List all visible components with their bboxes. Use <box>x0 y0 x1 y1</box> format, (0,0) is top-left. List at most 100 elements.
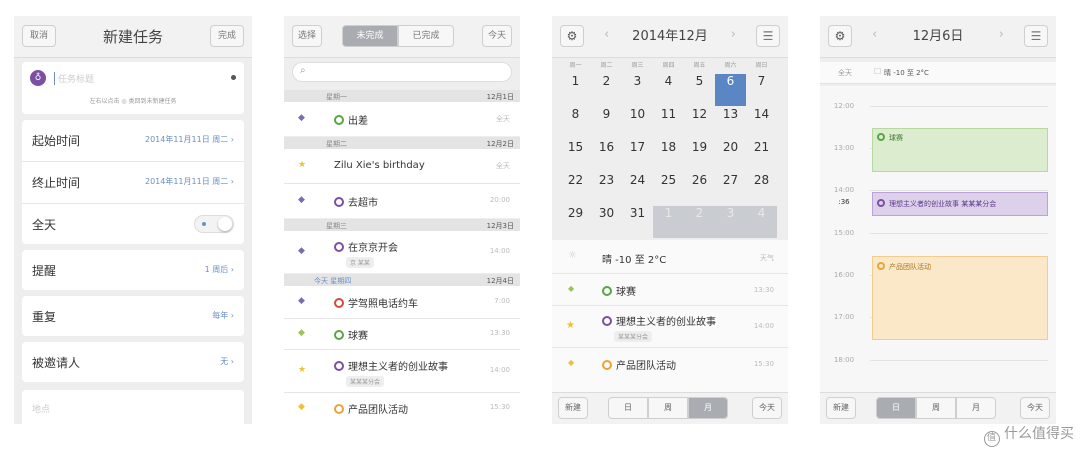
calendar-day[interactable]: 20 <box>715 140 746 172</box>
weekday-label: 周五 <box>693 62 706 69</box>
new-button[interactable]: 新建 <box>826 397 856 419</box>
calendar-day[interactable]: 3 <box>715 206 746 238</box>
tab-todo[interactable]: 未完成 <box>342 25 398 47</box>
calendar-day[interactable]: 2 <box>684 206 715 238</box>
menu-icon[interactable]: ☰ <box>756 25 780 47</box>
view-day-button[interactable]: 日 <box>608 397 648 419</box>
list-item[interactable]: ★ Zilu Xie's birthday 全天 <box>284 149 520 183</box>
calendar-day[interactable]: 18 <box>653 140 684 172</box>
calendar-day[interactable]: 25 <box>653 173 684 205</box>
list-item[interactable]: ★ 理想主义者的创业故事 某某某分会 14:00 <box>284 350 520 392</box>
weather-text: 晴 -10 至 2°C <box>884 69 929 77</box>
cancel-button[interactable]: 取消 <box>22 25 56 47</box>
end-time-row[interactable]: 终止时间 2014年11月11日 周二 › <box>22 162 244 202</box>
event-block-orange[interactable]: 产品团队活动 <box>872 256 1048 340</box>
section-date: 12月2日 <box>486 140 514 148</box>
event-block-purple[interactable]: 理想主义者的创业故事 某某某分会 <box>872 192 1048 216</box>
calendar-day[interactable]: 10 <box>622 107 653 139</box>
location-input[interactable]: 地点 <box>32 402 50 415</box>
end-time-value: 2014年11月11日 周二 › <box>144 177 234 186</box>
chevron-right-icon[interactable]: › <box>731 27 736 42</box>
list-item[interactable]: ◆ 去超市 20:00 <box>284 184 520 218</box>
view-month-button[interactable]: 月 <box>688 397 728 419</box>
allday-toggle[interactable] <box>194 215 234 233</box>
day-event[interactable]: ★ 理想主义者的创业故事 某某某分会 14:00 <box>552 306 788 348</box>
calendar-day[interactable]: 6 <box>715 74 746 106</box>
calendar-day[interactable]: 21 <box>746 140 777 172</box>
weekday-label: 周日 <box>755 62 768 69</box>
menu-icon[interactable]: ☰ <box>1024 25 1048 47</box>
calendar-day[interactable]: 9 <box>591 107 622 139</box>
calendar-day[interactable]: 27 <box>715 173 746 205</box>
calendar-day[interactable]: 7 <box>746 74 777 106</box>
view-day-button[interactable]: 日 <box>876 397 916 419</box>
list-item[interactable]: ◆ 产品团队活动 15:30 <box>284 393 520 424</box>
calendar-day[interactable]: 29 <box>560 206 591 238</box>
weekday-label: 周三 <box>631 62 644 69</box>
calendar-day[interactable]: 4 <box>746 206 777 238</box>
invite-row[interactable]: 被邀请人 无 › <box>22 342 244 382</box>
calendar-day[interactable]: 12 <box>684 107 715 139</box>
list-item[interactable]: ◆ 在京京开会 京 某某 14:00 <box>284 231 520 273</box>
view-week-button[interactable]: 周 <box>648 397 688 419</box>
calendar-day[interactable]: 8 <box>560 107 591 139</box>
list-item[interactable]: ◆ 出差 全天 <box>284 102 520 136</box>
calendar-day[interactable]: 1 <box>560 74 591 106</box>
day-detail: ☼ 晴 -10 至 2°C 天气 ◆ 球赛 13:30 ★ 理想主义者的创业故事… <box>552 240 788 393</box>
gear-icon[interactable]: ⚙ <box>560 25 584 47</box>
item-title: 学驾照电话约车 <box>334 295 418 310</box>
today-button[interactable]: 今天 <box>752 397 782 419</box>
calendar-day[interactable]: 15 <box>560 140 591 172</box>
calendar-day[interactable]: 3 <box>622 74 653 106</box>
section-weekday: 星期一 <box>326 93 347 101</box>
list-item[interactable]: ◆ 学驾照电话约车 7:00 <box>284 286 520 318</box>
remind-row[interactable]: 提醒 1 周后 › <box>22 250 244 290</box>
done-button[interactable]: 完成 <box>210 25 244 47</box>
calendar-day[interactable]: 14 <box>746 107 777 139</box>
calendar-day[interactable]: 1 <box>653 206 684 238</box>
item-title: Zilu Xie's birthday <box>334 160 425 171</box>
calendar-day[interactable]: 19 <box>684 140 715 172</box>
calendar-day[interactable]: 17 <box>622 140 653 172</box>
location-dot-icon[interactable] <box>231 75 236 80</box>
calendar-day[interactable]: 16 <box>591 140 622 172</box>
day-event[interactable]: ◆ 球赛 13:30 <box>552 274 788 306</box>
item-time: 全天 <box>496 162 510 170</box>
view-month-button[interactable]: 月 <box>956 397 996 419</box>
calendar-day[interactable]: 4 <box>653 74 684 106</box>
priority-mark-icon: ◆ <box>298 402 305 412</box>
search-bar[interactable]: ⌕ <box>292 62 512 82</box>
calendar-day[interactable]: 23 <box>591 173 622 205</box>
item-title-text: 产品团队活动 <box>348 405 408 416</box>
start-time-row[interactable]: 起始时间 2014年11月11日 周二 › <box>22 120 244 160</box>
weather-label: 天气 <box>760 254 774 262</box>
event-block-green[interactable]: 球赛 <box>872 128 1048 172</box>
calendar-day[interactable]: 11 <box>653 107 684 139</box>
today-button[interactable]: 今天 <box>1020 397 1050 419</box>
chevron-right-icon[interactable]: › <box>999 27 1004 42</box>
list-item[interactable]: ◆ 球赛 13:30 <box>284 319 520 349</box>
calendar-day[interactable]: 24 <box>622 173 653 205</box>
day-event[interactable]: ◆ 产品团队活动 15:30 <box>552 348 788 380</box>
section-header: 星期三 12月3日 <box>284 219 520 231</box>
today-button[interactable]: 今天 <box>482 25 512 47</box>
repeat-row[interactable]: 重复 每年 › <box>22 296 244 336</box>
new-button[interactable]: 新建 <box>558 397 588 419</box>
calendar-day[interactable]: 26 <box>684 173 715 205</box>
event-title: 产品团队活动 <box>877 262 931 272</box>
calendar-day[interactable]: 30 <box>591 206 622 238</box>
view-week-button[interactable]: 周 <box>916 397 956 419</box>
calendar-day[interactable]: 31 <box>622 206 653 238</box>
calendar-day[interactable]: 22 <box>560 173 591 205</box>
select-button[interactable]: 选择 <box>292 25 322 47</box>
title-input[interactable]: 任务标题 <box>54 72 94 85</box>
purple-circle-icon <box>334 197 344 207</box>
gear-icon[interactable]: ⚙ <box>828 25 852 47</box>
calendar-day[interactable]: 28 <box>746 173 777 205</box>
calendar-day[interactable]: 5 <box>684 74 715 106</box>
calendar-day[interactable]: 13 <box>715 107 746 139</box>
color-picker-icon[interactable]: ♁ <box>30 70 46 86</box>
tab-done[interactable]: 已完成 <box>398 25 454 47</box>
allday-label: 全天 <box>838 69 852 77</box>
calendar-day[interactable]: 2 <box>591 74 622 106</box>
